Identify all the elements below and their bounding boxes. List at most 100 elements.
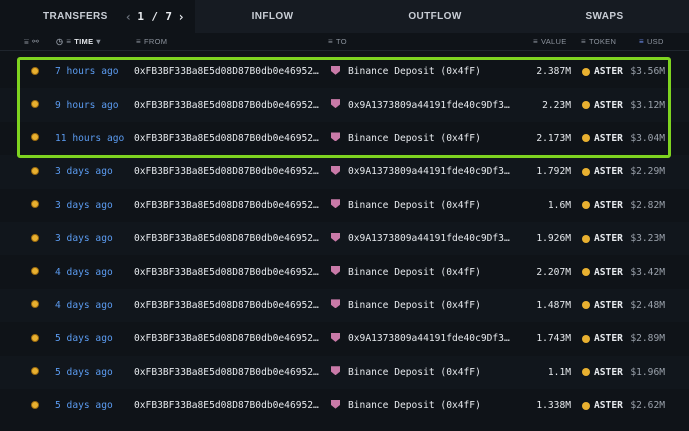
tab-bar: TRANSFERS ‹ 1 / 7 › INFLOW OUTFLOW SWAPS [0, 0, 689, 33]
value: 1.926M [536, 233, 571, 245]
token[interactable]: ASTER [582, 267, 623, 278]
tab-outflow[interactable]: OUTFLOW [350, 0, 520, 33]
exchange-entity-icon [331, 299, 343, 311]
value: 1.792M [536, 166, 571, 178]
header-time[interactable]: ◷ ≡ TIME ▾ [56, 37, 101, 46]
token[interactable]: ASTER [582, 333, 623, 344]
time-link[interactable]: 3 days ago [55, 200, 113, 211]
transfers-table: 7 hours ago 0xFB3BF33Ba8E5d08D87B0db0e469… [0, 55, 689, 422]
from-address[interactable]: 0xFB3BF33Ba8E5d08D87B0db0e46952… [134, 166, 322, 177]
from-address[interactable]: 0xFB3BF33Ba8E5d08D87B0db0e46952… [134, 133, 322, 144]
tab-inflow[interactable]: INFLOW [195, 0, 350, 33]
table-row[interactable]: 5 days ago 0xFB3BF33Ba8E5d08D87B0db0e4695… [0, 389, 689, 422]
table-row[interactable]: 5 days ago 0xFB3BF33Ba8E5d08D87B0db0e4695… [0, 355, 689, 389]
token[interactable]: ASTER [582, 133, 623, 144]
entity-dot-icon [31, 166, 41, 177]
table-row[interactable]: 5 days ago 0xFB3BF33Ba8E5d08D87B0db0e4695… [0, 322, 689, 355]
to-address[interactable]: 0x9A1373809a44191fde40c9Df3… [348, 233, 518, 244]
tab-transfers[interactable]: TRANSFERS ‹ 1 / 7 › [0, 0, 195, 33]
to-address[interactable]: Binance Deposit (0x4fF) [348, 367, 518, 378]
to-address[interactable]: Binance Deposit (0x4fF) [348, 200, 518, 211]
filter-icon: ≡ [581, 37, 586, 46]
token[interactable]: ASTER [582, 200, 623, 211]
from-address[interactable]: 0xFB3BF33Ba8E5d08D87B0db0e46952… [134, 100, 322, 111]
from-address[interactable]: 0xFB3BF33Ba8E5d08D87B0db0e46952… [134, 233, 322, 244]
to-address[interactable]: Binance Deposit (0x4fF) [348, 66, 518, 77]
time-link[interactable]: 11 hours ago [55, 133, 124, 144]
address-entity-icon [331, 165, 343, 178]
table-row[interactable]: 3 days ago 0xFB3BF33Ba8E5d08D87B0db0e4695… [0, 155, 689, 189]
token-icon [582, 101, 590, 110]
from-address[interactable]: 0xFB3BF33Ba8E5d08D87B0db0e46952… [134, 200, 322, 211]
chevron-left-icon[interactable]: ‹ [125, 10, 133, 24]
table-row[interactable]: 9 hours ago 0xFB3BF33Ba8E5d08D87B0db0e469… [0, 88, 689, 122]
token-icon [582, 234, 590, 243]
header-usd[interactable]: ≡ USD [639, 37, 664, 46]
time-link[interactable]: 5 days ago [55, 367, 113, 378]
time-link[interactable]: 4 days ago [55, 267, 113, 278]
header-usd-label: USD [646, 37, 664, 46]
filter-icon: ≡ [639, 37, 644, 46]
token[interactable]: ASTER [582, 166, 623, 177]
usd-value: $2.62M [630, 400, 665, 412]
entity-dot-icon [31, 267, 41, 277]
entity-dot-icon [31, 333, 41, 344]
token[interactable]: ASTER [582, 300, 623, 311]
from-address[interactable]: 0xFB3BF33Ba8E5d08D87B0db0e46952… [134, 367, 322, 378]
chevron-right-icon[interactable]: › [177, 10, 185, 24]
token[interactable]: ASTER [582, 66, 623, 77]
time-link[interactable]: 7 hours ago [55, 66, 119, 77]
to-address[interactable]: 0x9A1373809a44191fde40c9Df3… [348, 100, 518, 111]
header-time-label: TIME [74, 37, 94, 46]
from-address[interactable]: 0xFB3BF33Ba8E5d08D87B0db0e46952… [134, 333, 322, 344]
time-link[interactable]: 5 days ago [55, 333, 113, 344]
table-row[interactable]: 3 days ago 0xFB3BF33Ba8E5d08D87B0db0e4695… [0, 189, 689, 222]
address-entity-icon [331, 332, 343, 345]
time-link[interactable]: 5 days ago [55, 400, 113, 411]
header-value[interactable]: ≡ VALUE [533, 37, 567, 46]
to-address[interactable]: Binance Deposit (0x4fF) [348, 300, 518, 311]
header-from-label: FROM [143, 37, 168, 46]
token-icon [582, 401, 590, 410]
filter-icon: ≡ [533, 37, 538, 46]
table-row[interactable]: 7 hours ago 0xFB3BF33Ba8E5d08D87B0db0e469… [0, 55, 689, 88]
value: 1.1M [547, 366, 571, 378]
time-link[interactable]: 3 days ago [55, 166, 113, 177]
token[interactable]: ASTER [582, 400, 623, 411]
header-token[interactable]: ≡ TOKEN [581, 37, 616, 46]
link-icon[interactable]: ⚯ [32, 37, 39, 46]
header-from[interactable]: ≡ FROM [136, 37, 167, 46]
token[interactable]: ASTER [582, 100, 623, 111]
time-link[interactable]: 3 days ago [55, 233, 113, 244]
from-address[interactable]: 0xFB3BF33Ba8E5d08D87B0db0e46952… [134, 400, 322, 411]
from-address[interactable]: 0xFB3BF33Ba8E5d08D87B0db0e46952… [134, 300, 322, 311]
token-icon [582, 167, 590, 176]
token-icon [582, 268, 590, 277]
header-to[interactable]: ≡ TO [328, 37, 347, 46]
token-icon [582, 201, 590, 210]
table-row[interactable]: 4 days ago 0xFB3BF33Ba8E5d08D87B0db0e4695… [0, 288, 689, 323]
from-address[interactable]: 0xFB3BF33Ba8E5d08D87B0db0e46952… [134, 66, 322, 77]
table-row[interactable]: 3 days ago 0xFB3BF33Ba8E5d08D87B0db0e4695… [0, 221, 689, 256]
header-value-label: VALUE [540, 37, 567, 46]
from-address[interactable]: 0xFB3BF33Ba8E5d08D87B0db0e46952… [134, 267, 322, 278]
to-address[interactable]: Binance Deposit (0x4fF) [348, 267, 518, 278]
table-row[interactable]: 11 hours ago 0xFB3BF33Ba8E5d08D87B0db0e46… [0, 122, 689, 155]
time-link[interactable]: 9 hours ago [55, 100, 119, 111]
token[interactable]: ASTER [582, 233, 623, 244]
to-address[interactable]: 0x9A1373809a44191fde40c9Df3… [348, 166, 518, 177]
token-symbol: ASTER [594, 400, 623, 412]
to-address[interactable]: Binance Deposit (0x4fF) [348, 133, 518, 144]
entity-dot-icon [31, 66, 41, 77]
table-row[interactable]: 4 days ago 0xFB3BF33Ba8E5d08D87B0db0e4695… [0, 255, 689, 288]
value: 2.173M [536, 132, 571, 144]
usd-value: $2.82M [630, 199, 665, 211]
time-link[interactable]: 4 days ago [55, 300, 113, 311]
to-address[interactable]: Binance Deposit (0x4fF) [348, 400, 518, 411]
token-symbol: ASTER [594, 99, 623, 111]
token[interactable]: ASTER [582, 367, 623, 378]
tab-swaps[interactable]: SWAPS [520, 0, 689, 33]
value: 1.338M [536, 400, 571, 412]
to-address[interactable]: 0x9A1373809a44191fde40c9Df3… [348, 333, 518, 344]
filter-icon[interactable]: ⩸ [24, 37, 29, 47]
